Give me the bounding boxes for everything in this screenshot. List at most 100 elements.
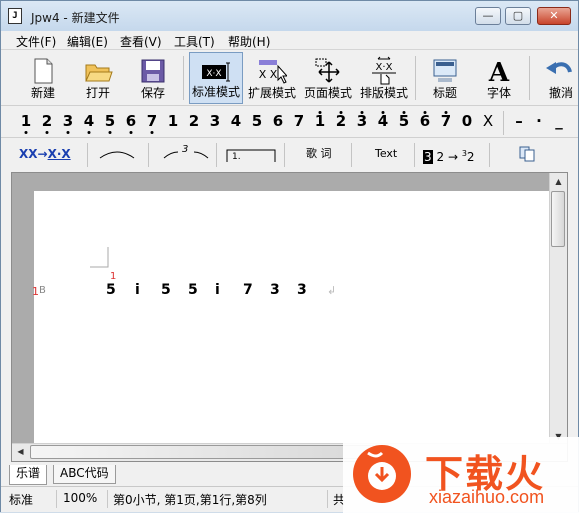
note-x[interactable]: X [478, 110, 498, 136]
note-7[interactable]: 7 [289, 110, 309, 136]
lyrics-button[interactable]: 歌 词 [306, 144, 332, 164]
note-2[interactable]: 2 [184, 110, 204, 136]
extended-mode-icon: X X [259, 60, 287, 84]
title-label: 标题 [432, 86, 457, 100]
status-mode: 标准 [9, 493, 34, 507]
menu-tools[interactable]: 工具(T) [174, 33, 215, 50]
note-high-2[interactable]: 2 [331, 110, 351, 136]
note-low-2[interactable]: 2 [37, 110, 57, 136]
save-label: 保存 [140, 86, 165, 100]
margin-corner-mark [90, 247, 109, 268]
standard-mode-label: 标准模式 [191, 85, 240, 99]
note-6[interactable]: 6 [268, 110, 288, 136]
new-file-icon [34, 58, 53, 84]
note-high-4[interactable]: 4 [373, 110, 393, 136]
font-button[interactable]: A 字体 [473, 52, 525, 104]
note-low-6[interactable]: 6 [121, 110, 141, 136]
convert-notation-button[interactable]: XX→X·X [19, 144, 71, 164]
note-1[interactable]: 1 [163, 110, 183, 136]
svg-text:X·X: X·X [206, 69, 221, 79]
toolbar-separator [284, 143, 285, 167]
font-icon: A [488, 58, 510, 86]
convert-to-text: X·X [47, 147, 71, 161]
menu-view[interactable]: 查看(V) [120, 33, 162, 50]
window-title: Jpw4 - 新建文件 [31, 11, 120, 25]
paste-button[interactable] [519, 144, 535, 164]
note-4[interactable]: 4 [226, 110, 246, 136]
vertical-scroll-thumb[interactable] [551, 191, 565, 247]
page-mode-button[interactable]: 页面模式 [301, 52, 355, 104]
score-page[interactable]: 1 B 1 5 i 5 5 i 7 3 3 ↲ [32, 191, 554, 453]
score-editor[interactable]: 1 B 1 5 i 5 5 i 7 3 3 ↲ ▲ ▼ ◀ [11, 172, 568, 462]
tab-abc-code[interactable]: ABC代码 [53, 465, 116, 484]
note-3[interactable]: 3 [205, 110, 225, 136]
score-note[interactable]: 5 [161, 282, 171, 298]
svg-text:X X: X X [259, 68, 278, 81]
note-low-3[interactable]: 3 [58, 110, 78, 136]
volta-button[interactable]: 1. [225, 144, 276, 164]
standard-mode-button[interactable]: X·X 标准模式 [189, 52, 243, 104]
transpose-button[interactable]: 3 2 → 32 [423, 144, 475, 164]
score-note[interactable]: 3 [270, 282, 280, 298]
page-mode-icon [315, 58, 340, 83]
score-note[interactable]: 5 [188, 282, 198, 298]
save-disk-icon [141, 59, 165, 83]
transpose-mid: 2 [436, 150, 445, 164]
title-button[interactable]: 标题 [419, 52, 471, 104]
menu-file[interactable]: 文件(F) [16, 33, 56, 50]
open-button[interactable]: 打开 [72, 52, 124, 104]
save-button[interactable]: 保存 [127, 52, 179, 104]
line-label-suffix: B [39, 285, 46, 296]
toolbar-separator [489, 143, 490, 167]
score-note[interactable]: i [135, 282, 140, 298]
note-low-1[interactable]: 1 [16, 110, 36, 136]
note-low-7[interactable]: 7 [142, 110, 162, 136]
tab-score[interactable]: 乐谱 [9, 465, 48, 485]
watermark-logo: 下载火 xiazaihuo.com [343, 437, 579, 513]
text-button[interactable]: Text [375, 144, 397, 164]
score-note[interactable]: 7 [243, 282, 253, 298]
transpose-to: 2 [466, 150, 475, 164]
score-note[interactable]: i [215, 282, 220, 298]
status-separator [327, 490, 328, 508]
menu-bar: 文件(F) 编辑(E) 查看(V) 工具(T) 帮助(H) [1, 31, 578, 49]
menu-edit[interactable]: 编辑(E) [67, 33, 108, 50]
status-separator [107, 490, 108, 508]
scroll-left-arrow[interactable]: ◀ [13, 444, 28, 459]
scroll-up-arrow[interactable]: ▲ [551, 174, 566, 189]
maximize-button[interactable]: ▢ [505, 7, 531, 25]
note-dot[interactable]: · [529, 110, 549, 136]
note-low-4[interactable]: 4 [79, 110, 99, 136]
vertical-scrollbar[interactable]: ▲ ▼ [549, 173, 567, 445]
note-high-3[interactable]: 3 [352, 110, 372, 136]
triplet-button[interactable]: 3 [161, 144, 211, 164]
note-high-6[interactable]: 6 [415, 110, 435, 136]
note-high-1[interactable]: 1 [310, 110, 330, 136]
undo-button[interactable]: 撤消 [535, 52, 579, 104]
extended-mode-button[interactable]: X X 扩展模式 [245, 52, 299, 104]
slur-button[interactable] [97, 144, 137, 164]
status-separator [56, 490, 57, 508]
notes-toolbar: 1 2 3 4 5 6 7 1 2 3 4 5 6 7 1 2 3 4 5 6 … [1, 105, 578, 138]
open-folder-icon [85, 64, 113, 82]
horizontal-scroll-thumb[interactable] [30, 445, 390, 459]
new-button[interactable]: 新建 [17, 52, 69, 104]
toolbar-separator [216, 143, 217, 167]
note-high-7[interactable]: 7 [436, 110, 456, 136]
watermark-circle-icon [353, 445, 411, 503]
score-note[interactable]: 5 [106, 282, 116, 298]
close-button[interactable]: ✕ [537, 7, 571, 25]
layout-mode-button[interactable]: X·X 排版模式 [357, 52, 411, 104]
note-underline[interactable]: _ [549, 110, 569, 136]
svg-text:A: A [488, 58, 510, 86]
svg-text:X·X: X·X [376, 62, 393, 73]
note-5[interactable]: 5 [247, 110, 267, 136]
menu-help[interactable]: 帮助(H) [228, 33, 270, 50]
score-note[interactable]: 3 [297, 282, 307, 298]
note-dash[interactable]: – [509, 110, 529, 136]
extended-mode-label: 扩展模式 [247, 86, 296, 100]
minimize-button[interactable]: — [475, 7, 501, 25]
note-low-5[interactable]: 5 [100, 110, 120, 136]
note-high-5[interactable]: 5 [394, 110, 414, 136]
note-rest[interactable]: 0 [457, 110, 477, 136]
